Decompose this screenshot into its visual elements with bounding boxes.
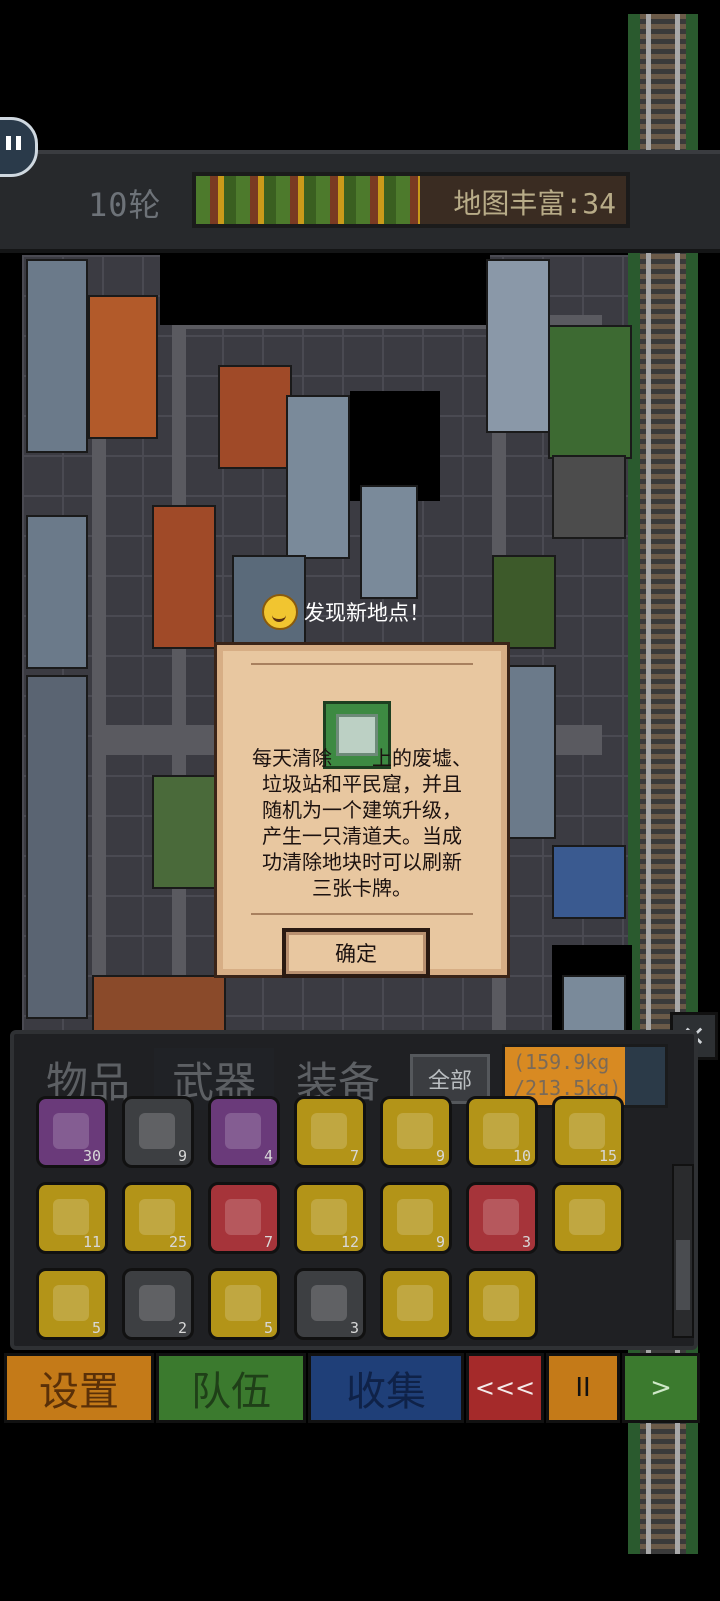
item-icon (53, 1199, 89, 1235)
inventory-slot[interactable]: 12 (294, 1182, 366, 1254)
inventory-slot[interactable]: 3 (294, 1268, 366, 1340)
item-icon (139, 1113, 175, 1149)
building[interactable] (502, 665, 556, 839)
inventory-slot[interactable]: 15 (552, 1096, 624, 1168)
item-icon (139, 1199, 175, 1235)
collect-button[interactable]: 收集 (308, 1353, 464, 1423)
item-count: 9 (177, 1147, 187, 1165)
building[interactable] (88, 295, 158, 439)
building[interactable] (218, 365, 292, 469)
scrap-pile[interactable] (552, 455, 626, 539)
building[interactable] (152, 775, 216, 889)
inventory-panel: 物品 武器 装备 全部 (159.9kg /213.5kg) 30 9 4 7 9 10 1… (10, 1030, 698, 1350)
item-icon (311, 1199, 347, 1235)
settings-button[interactable]: 设置 (4, 1353, 154, 1423)
building[interactable] (286, 395, 350, 559)
team-button[interactable]: 队伍 (156, 1353, 306, 1423)
inventory-slot[interactable]: 10 (466, 1096, 538, 1168)
item-count: 9 (435, 1147, 445, 1165)
map-richness-fill (196, 176, 420, 224)
item-icon (225, 1199, 261, 1235)
item-icon (225, 1285, 261, 1321)
item-icon (483, 1199, 519, 1235)
inventory-slot[interactable] (380, 1268, 452, 1340)
item-icon (139, 1285, 175, 1321)
building[interactable] (552, 845, 626, 919)
inventory-slot[interactable]: 2 (122, 1268, 194, 1340)
map-richness-label: 地图丰富:34 (453, 187, 616, 220)
inventory-slot[interactable] (552, 1182, 624, 1254)
item-icon (53, 1285, 89, 1321)
item-count: 12 (340, 1233, 359, 1251)
inventory-slot[interactable]: 7 (294, 1096, 366, 1168)
building[interactable] (152, 505, 216, 649)
round-counter: 10轮 (88, 186, 162, 224)
item-count: 30 (82, 1147, 101, 1165)
top-hud: 10轮 地图丰富:34 (0, 150, 720, 253)
inventory-slot[interactable]: 25 (122, 1182, 194, 1254)
item-count: 15 (598, 1147, 617, 1165)
map-richness-bar: 地图丰富:34 (192, 172, 630, 228)
inventory-slot[interactable]: 30 (36, 1096, 108, 1168)
rewind-button[interactable]: <<< (466, 1353, 544, 1423)
item-count: 10 (512, 1147, 531, 1165)
item-count: 7 (263, 1233, 273, 1251)
inventory-slot[interactable]: 9 (122, 1096, 194, 1168)
item-icon (483, 1113, 519, 1149)
item-count: 25 (168, 1233, 187, 1251)
item-icon (53, 1113, 89, 1149)
item-icon (569, 1199, 605, 1235)
item-count: 4 (263, 1147, 273, 1165)
building[interactable] (26, 675, 88, 1019)
building[interactable] (26, 259, 88, 453)
item-count: 3 (521, 1233, 531, 1251)
item-count: 9 (435, 1233, 445, 1251)
inventory-slot[interactable]: 5 (208, 1268, 280, 1340)
building[interactable] (492, 555, 556, 649)
item-count: 2 (177, 1319, 187, 1337)
item-icon (225, 1113, 261, 1149)
building[interactable] (26, 515, 88, 669)
item-count: 5 (91, 1319, 101, 1337)
weight-text: (159.9kg /213.5kg) (513, 1050, 622, 1100)
confirm-button[interactable]: 确定 (282, 928, 430, 978)
building[interactable] (360, 485, 418, 599)
inventory-slot[interactable]: 11 (36, 1182, 108, 1254)
park[interactable] (548, 325, 632, 459)
item-icon (397, 1199, 433, 1235)
item-count: 7 (349, 1147, 359, 1165)
inventory-slot[interactable] (466, 1268, 538, 1340)
scrollbar-thumb[interactable] (676, 1240, 690, 1310)
inventory-slot[interactable]: 9 (380, 1096, 452, 1168)
pause-button[interactable]: II (546, 1353, 620, 1423)
play-button[interactable]: > (622, 1353, 700, 1423)
item-icon (483, 1285, 519, 1321)
smile-emoji-icon (262, 594, 298, 630)
card-description: 每天清除 上的废墟、 垃圾站和平民窟，并且 随机为一个建筑升级， 产生一只清道夫… (252, 746, 472, 900)
item-count: 11 (82, 1233, 101, 1251)
inventory-scrollbar[interactable] (672, 1164, 694, 1338)
item-count: 3 (349, 1319, 359, 1337)
item-icon (397, 1285, 433, 1321)
inventory-slot[interactable]: 4 (208, 1096, 280, 1168)
discover-heading: 发现新地点！ (262, 592, 462, 632)
inventory-slot[interactable]: 5 (36, 1268, 108, 1340)
inventory-slot[interactable]: 3 (466, 1182, 538, 1254)
inventory-slot[interactable]: 7 (208, 1182, 280, 1254)
item-icon (569, 1113, 605, 1149)
building[interactable] (486, 259, 550, 433)
item-icon (311, 1285, 347, 1321)
item-icon (311, 1113, 347, 1149)
item-icon (397, 1113, 433, 1149)
inventory-slot[interactable]: 9 (380, 1182, 452, 1254)
discover-heading-text: 发现新地点！ (304, 601, 430, 625)
item-count: 5 (263, 1319, 273, 1337)
